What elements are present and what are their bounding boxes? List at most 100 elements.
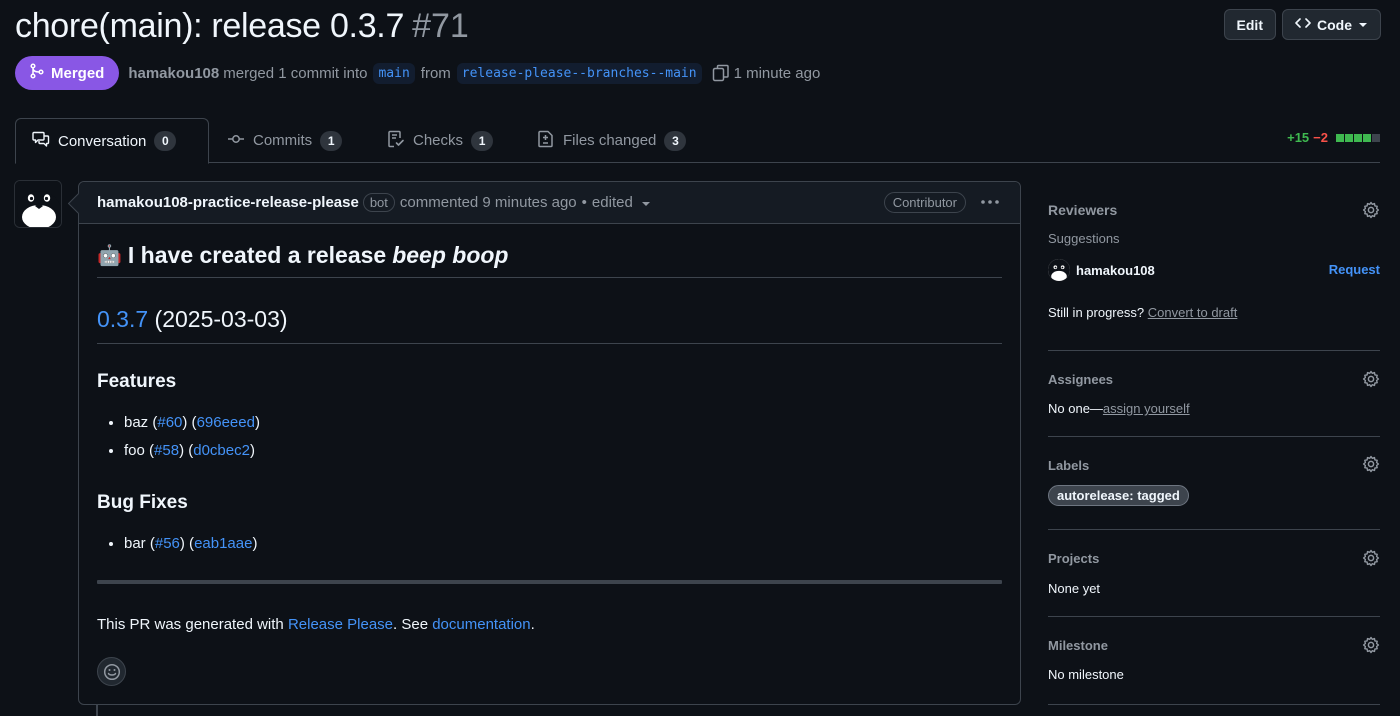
- role-label: Contributor: [883, 192, 966, 213]
- code-button-label: Code: [1317, 16, 1352, 33]
- commit-link[interactable]: d0cbec2: [193, 442, 250, 459]
- labels-title[interactable]: Labels: [1048, 458, 1089, 473]
- tab-label: Commits: [253, 132, 313, 149]
- convert-to-draft-link[interactable]: Convert to draft: [1148, 305, 1238, 320]
- pr-link[interactable]: #58: [154, 442, 179, 459]
- merge-author[interactable]: hamakou108: [128, 65, 219, 82]
- label-pill[interactable]: autorelease: tagged: [1048, 485, 1189, 506]
- tab-counter: 1: [320, 130, 343, 151]
- commit-link[interactable]: eab1aae: [194, 535, 252, 552]
- version-link[interactable]: 0.3.7: [97, 306, 148, 332]
- release-please-link[interactable]: Release Please: [288, 616, 393, 633]
- suggested-reviewer: hamakou108: [1048, 259, 1155, 281]
- note-suffix: .: [530, 616, 535, 633]
- tab-conversation[interactable]: Conversation 0: [15, 118, 209, 164]
- chevron-down-icon: [1358, 17, 1368, 33]
- features-heading: Features: [97, 371, 177, 392]
- penguin-avatar-icon: [1048, 259, 1070, 281]
- code-button[interactable]: Code: [1282, 9, 1381, 40]
- pr-number: #71: [412, 6, 469, 45]
- merge-icon: [29, 63, 45, 83]
- commit-icon: [227, 130, 245, 152]
- milestone-title[interactable]: Milestone: [1048, 638, 1108, 653]
- diffstat-bar: [1335, 133, 1380, 142]
- comment-author[interactable]: hamakou108-practice-release-please: [97, 194, 359, 211]
- heading-text: I have created a release: [127, 242, 387, 268]
- edit-button[interactable]: Edit: [1223, 9, 1276, 40]
- copy-icon[interactable]: [712, 64, 730, 82]
- assignees-value: No one—assign yourself: [1048, 401, 1190, 416]
- merge-text: merged 1 commit into: [223, 64, 368, 82]
- tab-counter: 0: [154, 131, 177, 151]
- reviewer-name[interactable]: hamakou108: [1076, 263, 1155, 278]
- assignees-title[interactable]: Assignees: [1048, 372, 1113, 387]
- milestone-value: No milestone: [1048, 667, 1124, 682]
- tab-counter: 3: [664, 130, 687, 151]
- item-name: baz: [124, 414, 149, 431]
- pr-link[interactable]: #56: [155, 535, 180, 552]
- generated-note: This PR was generated with Release Pleas…: [97, 616, 1002, 633]
- chevron-down-icon: [641, 198, 651, 208]
- checklist-icon: [387, 130, 405, 152]
- gear-icon[interactable]: [1362, 549, 1380, 572]
- assign-yourself-link[interactable]: assign yourself: [1103, 401, 1190, 416]
- tab-label: Files changed: [563, 132, 657, 149]
- from-text: from: [420, 64, 451, 82]
- gear-icon[interactable]: [1362, 636, 1380, 659]
- head-branch[interactable]: release-please--branches--main: [456, 62, 702, 84]
- comment-header: hamakou108-practice-release-please bot c…: [79, 182, 1020, 224]
- avatar[interactable]: [1048, 259, 1070, 281]
- bugfixes-heading: Bug Fixes: [97, 492, 188, 513]
- assignees-section: Assignees No one—assign yourself: [1048, 351, 1380, 437]
- release-date: (2025-03-03): [154, 306, 288, 332]
- version-heading: 0.3.7 (2025-03-03): [97, 306, 1002, 344]
- edited-label: edited: [591, 194, 633, 211]
- header-actions: Edit Code: [1223, 9, 1381, 40]
- pr-link[interactable]: #60: [157, 414, 182, 431]
- timeline-line: [96, 705, 98, 716]
- bugfixes-list: bar (#56) (eab1aae): [97, 530, 1002, 558]
- penguin-avatar-icon: [15, 181, 61, 227]
- milestone-section: Milestone No milestone: [1048, 617, 1380, 705]
- bot-label: bot: [362, 193, 395, 212]
- diff-additions: +15: [1287, 130, 1310, 145]
- status-label: Merged: [51, 64, 105, 82]
- reviewers-title[interactable]: Reviewers: [1048, 202, 1117, 218]
- add-reaction-button[interactable]: [97, 657, 126, 686]
- merge-time: 1 minute ago: [733, 64, 821, 82]
- list-item: foo (#58) (d0cbec2): [124, 437, 1002, 465]
- assignees-prefix: No one—: [1048, 401, 1103, 416]
- gear-icon[interactable]: [1362, 201, 1380, 224]
- tab-checks[interactable]: Checks 1: [371, 118, 509, 163]
- pr-sidebar: Reviewers Suggestions hamakou108 Request…: [1048, 180, 1380, 705]
- file-diff-icon: [537, 130, 555, 152]
- gear-icon[interactable]: [1362, 455, 1380, 478]
- edited-menu[interactable]: edited: [592, 194, 651, 211]
- documentation-link[interactable]: documentation: [432, 616, 530, 633]
- release-heading: 🤖 I have created a release beep boop: [97, 242, 1002, 278]
- tab-commits[interactable]: Commits 1: [211, 118, 358, 163]
- heading-emphasis: beep boop: [392, 242, 509, 268]
- separator: •: [581, 194, 587, 211]
- tab-label: Conversation: [58, 132, 147, 150]
- request-review-button[interactable]: Request: [1329, 262, 1380, 277]
- projects-title[interactable]: Projects: [1048, 551, 1099, 566]
- diffstat: +15 −2: [1287, 130, 1380, 145]
- base-branch[interactable]: main: [373, 62, 415, 84]
- avatar[interactable]: [14, 180, 62, 228]
- labels-section: Labels autorelease: tagged: [1048, 437, 1380, 530]
- item-name: foo: [124, 442, 145, 459]
- tab-files-changed[interactable]: Files changed 3: [521, 118, 702, 163]
- draft-prompt: Still in progress? Convert to draft: [1048, 305, 1237, 320]
- comment-time[interactable]: commented 9 minutes ago: [400, 194, 577, 211]
- list-item: bar (#56) (eab1aae): [124, 530, 1002, 558]
- comment-discussion-icon: [32, 130, 50, 152]
- projects-value: None yet: [1048, 581, 1101, 596]
- divider: [97, 580, 1002, 584]
- gear-icon[interactable]: [1362, 370, 1380, 393]
- pr-meta: Merged hamakou108 merged 1 commit into m…: [15, 56, 820, 90]
- tab-counter: 1: [471, 130, 494, 151]
- commit-link[interactable]: 696eeed: [197, 414, 255, 431]
- kebab-horizontal-icon[interactable]: [980, 194, 1000, 214]
- tab-label: Checks: [413, 132, 464, 149]
